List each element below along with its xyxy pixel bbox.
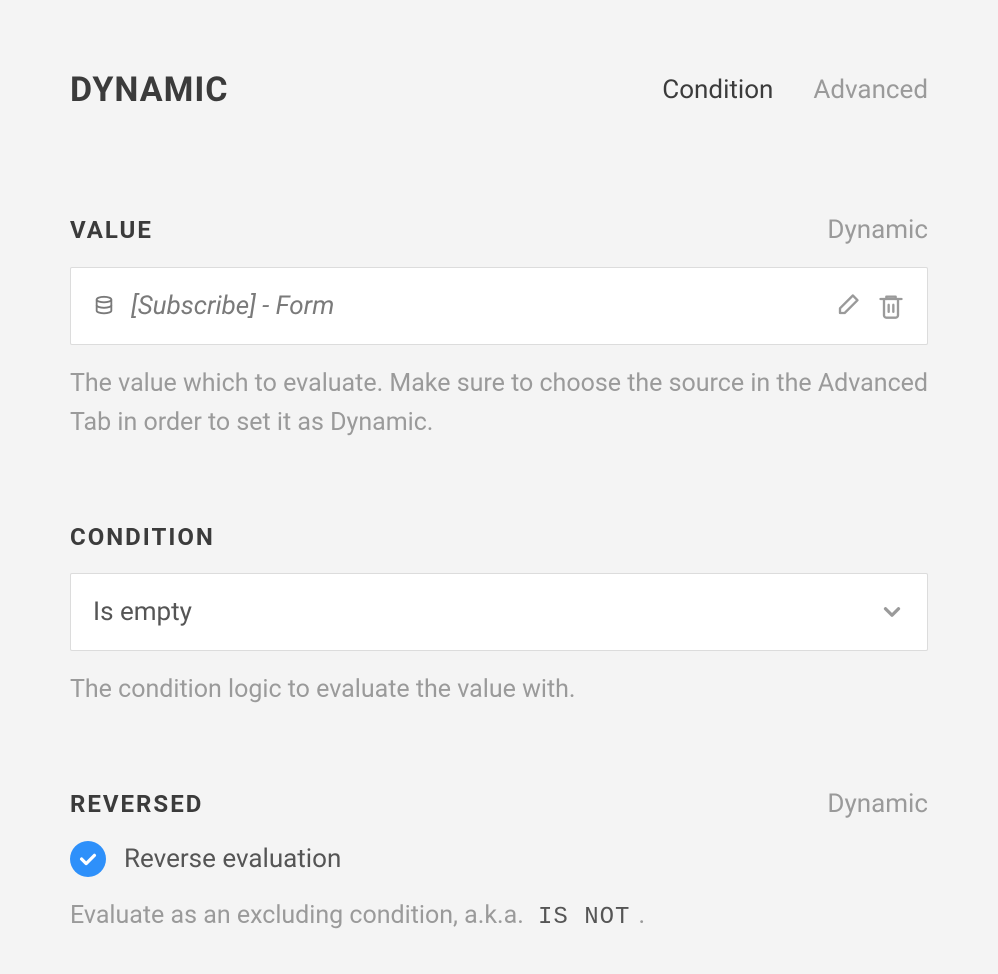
condition-selected-value: Is empty <box>93 597 192 627</box>
reversed-help-code: IS NOT <box>530 902 638 933</box>
trash-icon[interactable] <box>877 292 905 320</box>
edit-icon[interactable] <box>833 292 861 320</box>
reversed-help-suffix: . <box>638 901 645 930</box>
value-input[interactable]: [Subscribe] - Form <box>70 267 928 345</box>
value-help-text: The value which to evaluate. Make sure t… <box>70 365 928 443</box>
reversed-label: REVERSED <box>70 790 203 818</box>
value-label: VALUE <box>70 216 153 244</box>
value-dynamic-badge: Dynamic <box>827 215 928 245</box>
reversed-help-prefix: Evaluate as an excluding condition, a.k.… <box>70 901 530 930</box>
condition-label: CONDITION <box>70 523 215 551</box>
condition-select[interactable]: Is empty <box>70 573 928 651</box>
header-tabs: Condition Advanced <box>662 75 928 105</box>
section-value-header: VALUE Dynamic <box>70 215 928 245</box>
reversed-checkbox[interactable] <box>70 841 106 877</box>
section-reversed: REVERSED Dynamic Reverse evaluation Eval… <box>70 789 928 936</box>
value-input-text: [Subscribe] - Form <box>131 291 817 321</box>
reversed-dynamic-badge: Dynamic <box>827 789 928 819</box>
condition-help-text: The condition logic to evaluate the valu… <box>70 671 928 710</box>
settings-panel: DYNAMIC Condition Advanced VALUE Dynamic… <box>0 0 998 936</box>
section-condition: CONDITION Is empty The condition logic t… <box>70 523 928 710</box>
reversed-help-text: Evaluate as an excluding condition, a.k.… <box>70 897 928 936</box>
section-condition-header: CONDITION <box>70 523 928 551</box>
header: DYNAMIC Condition Advanced <box>70 70 928 110</box>
reversed-checkbox-label: Reverse evaluation <box>124 844 341 874</box>
chevron-down-icon <box>879 599 905 625</box>
tab-advanced[interactable]: Advanced <box>813 75 928 105</box>
section-value: VALUE Dynamic [Subscribe] - Form <box>70 215 928 443</box>
tab-condition[interactable]: Condition <box>662 75 773 105</box>
panel-title: DYNAMIC <box>70 70 229 110</box>
section-reversed-header: REVERSED Dynamic <box>70 789 928 819</box>
reversed-checkbox-row: Reverse evaluation <box>70 841 928 877</box>
database-icon <box>93 295 115 317</box>
